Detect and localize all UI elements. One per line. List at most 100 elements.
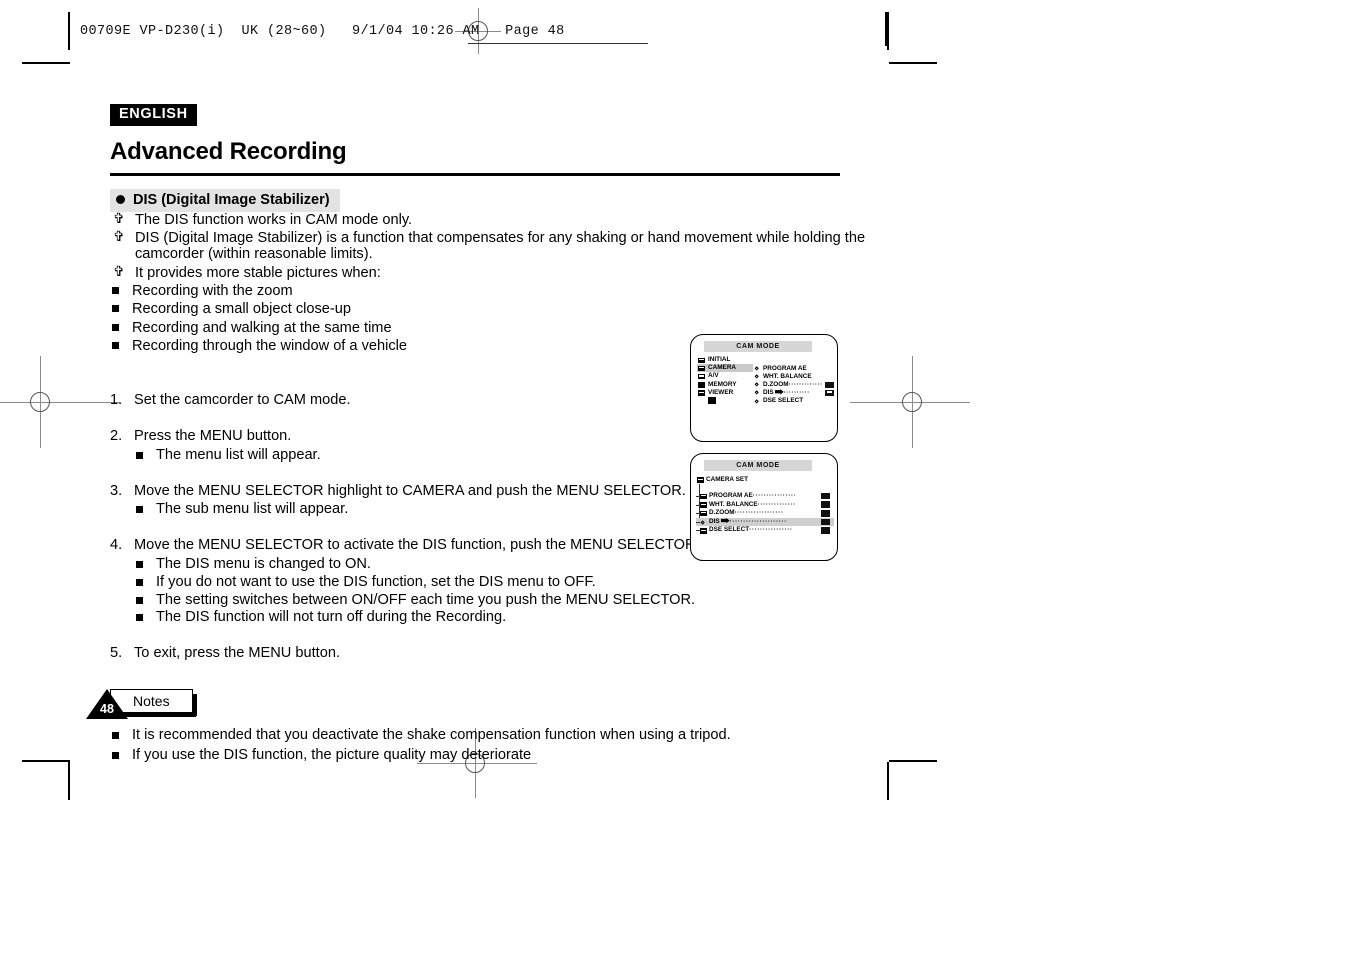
diamond-icon (754, 374, 760, 380)
lcd2-title: CAM MODE (704, 460, 812, 471)
list-item-label: The DIS function works in CAM mode only. (135, 211, 413, 228)
leader-dots: ·········· (783, 389, 810, 397)
submenu-item-wht-balance[interactable]: WHT. BALANCE (754, 372, 835, 381)
folder-icon (698, 365, 705, 372)
crop-mark-bottom-left-vertical (68, 762, 70, 800)
menu-item-label: INITIAL (708, 356, 731, 363)
menu-item-initial[interactable]: INITIAL (697, 356, 753, 364)
crop-mark-bottom-right-horizontal (889, 760, 937, 762)
menu-item-label: D.ZOOM (709, 509, 735, 517)
menu-item-av[interactable]: A/V (697, 372, 753, 380)
list-item: Recording a small object close-up (110, 301, 870, 317)
value-box-icon[interactable] (825, 381, 834, 389)
menu-item-program-ae[interactable]: PROGRAM AE················ (696, 492, 834, 501)
menu-item-label: DSE SELECT (709, 526, 750, 534)
list-item-label: DIS (Digital Image Stabilizer) is a func… (135, 229, 866, 263)
folder-icon (700, 510, 707, 517)
list-item-label: If you do not want to use the DIS functi… (156, 573, 596, 590)
step-number: 5. (110, 645, 123, 662)
menu-item-dse-select[interactable]: DSE SELECT················ (696, 526, 834, 535)
list-item-label: It provides more stable pictures when: (135, 264, 381, 281)
leader-dots: ················ (752, 492, 797, 499)
submenu-item-label: D.ZOOM (763, 380, 789, 388)
menu-item-memory[interactable]: MEMORY (697, 381, 753, 389)
menu-item-dzoom[interactable]: D.ZOOM·················· (696, 509, 834, 518)
step-number: 4. (110, 537, 123, 554)
list-item-label: It is recommended that you deactivate th… (132, 726, 731, 743)
menu-item-dis[interactable]: DIS ····················· (696, 517, 834, 527)
print-slug: 00709E VP-D230(i) UK (28~60) 9/1/04 10:2… (68, 12, 898, 46)
section-heading: DIS (Digital Image Stabilizer) (110, 188, 340, 212)
square-bullet-icon (112, 323, 119, 331)
list-item-label: The setting switches between ON/OFF each… (156, 591, 696, 608)
arrow-cursor-icon (774, 389, 784, 395)
list-item-label: Recording and walking at the same time (132, 319, 392, 336)
value-box-split-icon[interactable] (825, 389, 834, 397)
step-number: 2. (110, 428, 123, 445)
square-bullet-icon (136, 506, 143, 514)
value-box-icon[interactable] (821, 527, 830, 534)
crop-mark-top-left-horizontal (22, 62, 70, 64)
menu-item-label: VIEWER (708, 388, 734, 396)
leader-dots: ·················· (734, 509, 784, 517)
square-bullet-icon (136, 560, 143, 568)
slug-left-rule (68, 12, 70, 46)
list-item-label: The sub menu list will appear. (156, 501, 349, 518)
square-bullet-icon (136, 578, 143, 586)
submenu-item-dse-select[interactable]: DSE SELECT (754, 397, 835, 405)
square-bullet-icon (136, 596, 143, 604)
menu-item-label: PROGRAM AE (709, 492, 753, 499)
lcd1-left-menu: INITIAL CAMERA A/V MEMORY VIEWER (697, 356, 753, 405)
language-badge: ENGLISH (110, 104, 197, 126)
title-divider (110, 172, 840, 176)
folder-icon (698, 373, 705, 380)
menu-item-label: CAMERA (708, 364, 737, 372)
submenu-item-label: WHT. BALANCE (763, 372, 812, 380)
slug-right-rule (885, 12, 887, 46)
value-box-icon[interactable] (821, 509, 830, 517)
submenu-item-dis[interactable]: DIS ·········· (754, 389, 835, 397)
menu-item-camera[interactable]: CAMERA (697, 364, 753, 373)
diamond-icon (700, 519, 705, 525)
notes-list: It is recommended that you deactivate th… (110, 727, 870, 764)
square-bullet-icon (112, 286, 119, 294)
submenu-item-dzoom[interactable]: D.ZOOM············· (754, 380, 835, 389)
submenu-item-label: DIS (763, 389, 774, 397)
submenu-item-program-ae[interactable]: PROGRAM AE (754, 364, 835, 373)
square-bullet-icon (112, 341, 119, 349)
section-heading-label: DIS (Digital Image Stabilizer) (133, 191, 330, 208)
list-item: It is recommended that you deactivate th… (110, 727, 870, 744)
folder-icon (700, 502, 707, 508)
lcd1-title: CAM MODE (704, 341, 812, 352)
value-box-icon[interactable] (821, 501, 830, 508)
value-box-icon[interactable] (821, 518, 830, 526)
diamond-icon (754, 398, 760, 404)
list-item: If you use the DIS function, the picture… (110, 747, 870, 764)
diamond-icon (754, 382, 760, 388)
menu-item-wht-balance[interactable]: WHT. BALANCE·············· (696, 501, 834, 510)
page-number-marker: 48 (86, 689, 128, 719)
crop-mark-bottom-left-horizontal (22, 760, 70, 762)
lcd-screen-main-menu: CAM MODE INITIAL CAMERA A/V MEMORY VIEWE… (690, 334, 838, 442)
arrow-cursor-icon (720, 517, 730, 524)
lcd2-group-label: CAMERA SET (706, 476, 749, 483)
diamond-icon (754, 390, 760, 396)
clover-bullet-icon: ✞ (113, 262, 125, 279)
value-box-icon[interactable] (821, 492, 830, 500)
list-item-label: Recording a small object close-up (132, 301, 352, 318)
submenu-item-label: DSE SELECT (763, 397, 804, 405)
folder-icon (698, 390, 705, 396)
submenu-item-label: PROGRAM AE (763, 364, 807, 372)
leader-dots: ············· (788, 380, 823, 388)
lcd1-submenu: PROGRAM AE WHT. BALANCE D.ZOOM··········… (754, 364, 835, 406)
step-number: 3. (110, 482, 123, 499)
registration-mark-left (0, 356, 120, 448)
menu-item-viewer[interactable]: VIEWER (697, 389, 753, 397)
clover-bullet-icon: ✞ (113, 227, 125, 244)
menu-item-label: DIS (709, 517, 720, 525)
menu-item-label: WHT. BALANCE (709, 500, 758, 508)
slug-text: 00709E VP-D230(i) UK (28~60) 9/1/04 10:2… (80, 24, 565, 39)
block-icon (698, 382, 705, 389)
folder-icon (700, 527, 707, 534)
list-item: ✞ DIS (Digital Image Stabilizer) is a fun… (110, 227, 870, 263)
